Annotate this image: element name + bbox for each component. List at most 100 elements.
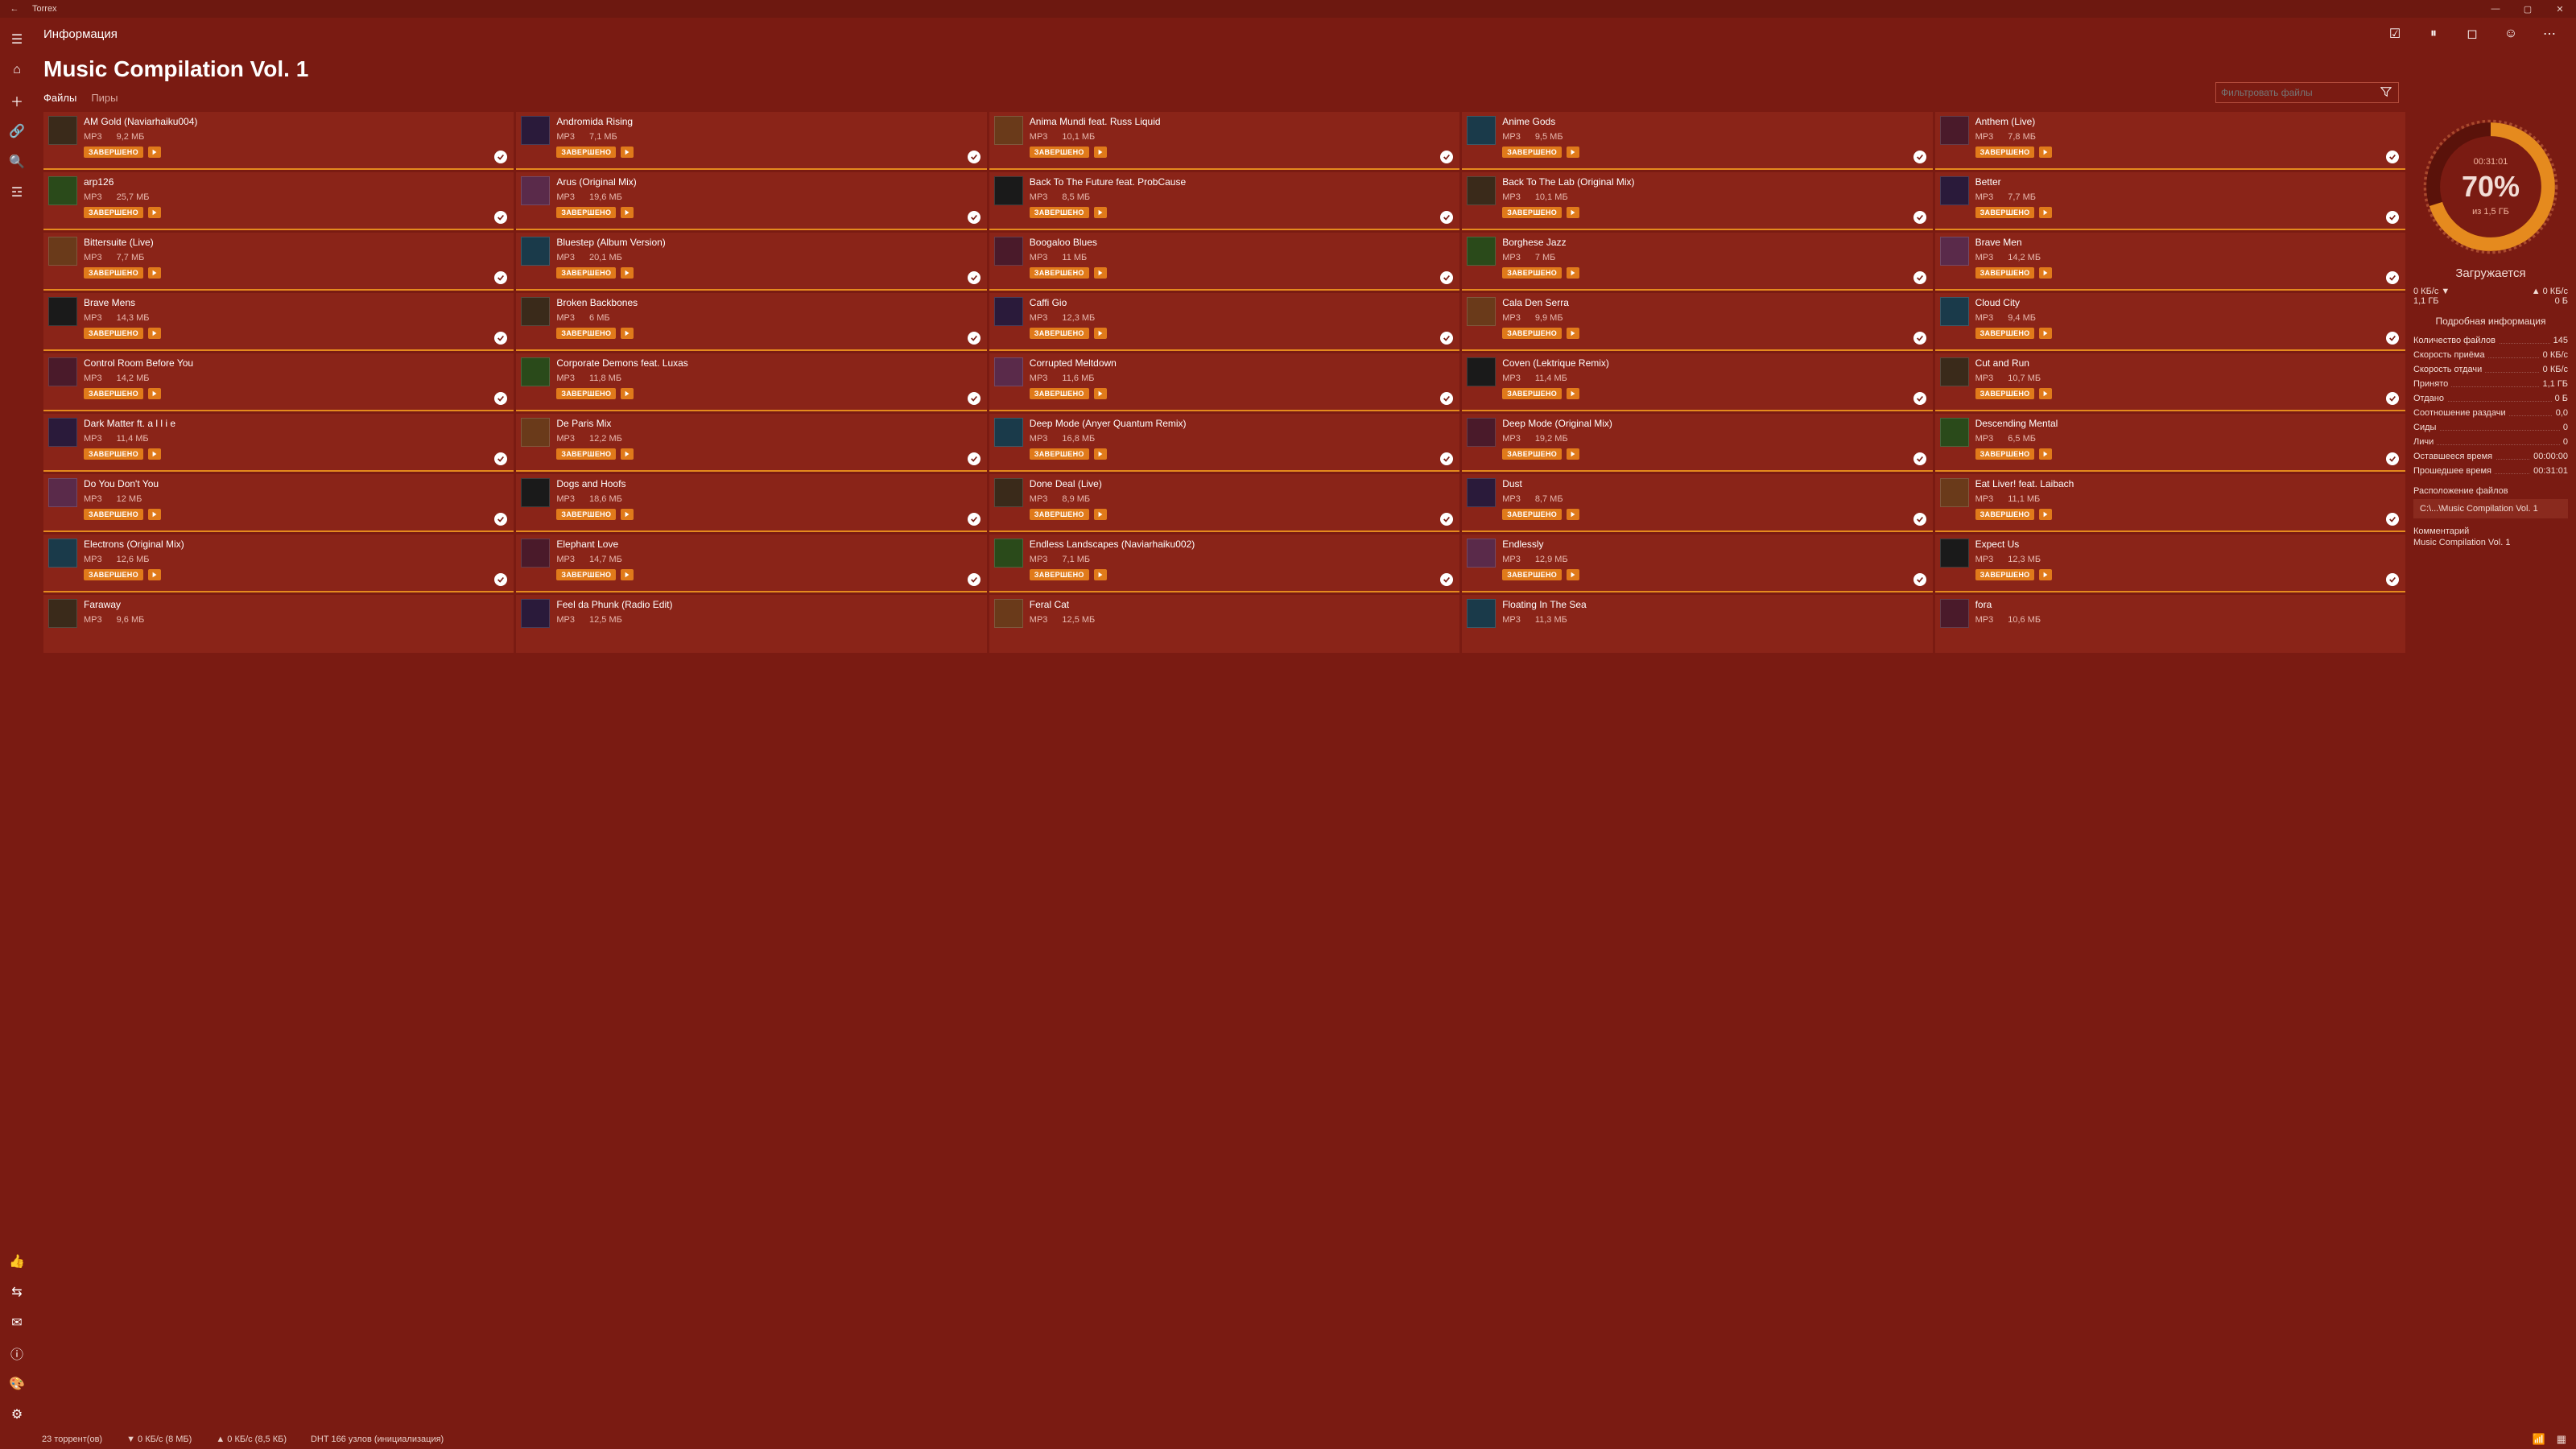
track-card[interactable]: Coven (Lektrique Remix) MP3 11,4 МБ ЗАВЕ… — [1462, 353, 1932, 411]
check-icon[interactable] — [968, 151, 980, 163]
play-button[interactable] — [2039, 267, 2052, 279]
mail-icon[interactable]: ✉ — [0, 1307, 34, 1338]
track-card[interactable]: Expect Us MP3 12,3 МБ ЗАВЕРШЕНО — [1935, 535, 2405, 592]
track-card[interactable]: Dust MP3 8,7 МБ ЗАВЕРШЕНО — [1462, 474, 1932, 532]
info-icon[interactable]: ⓘ — [0, 1338, 34, 1368]
track-card[interactable]: Elephant Love MP3 14,7 МБ ЗАВЕРШЕНО — [516, 535, 986, 592]
play-button[interactable] — [148, 328, 161, 339]
gear-icon[interactable]: ⚙ — [0, 1399, 34, 1430]
track-card[interactable]: Boogaloo Blues MP3 11 МБ ЗАВЕРШЕНО — [989, 233, 1459, 291]
checklist-icon[interactable]: ☑ — [2383, 22, 2407, 46]
check-icon[interactable] — [1913, 452, 1926, 465]
play-button[interactable] — [1094, 207, 1107, 218]
play-button[interactable] — [2039, 448, 2052, 460]
play-button[interactable] — [1094, 147, 1107, 158]
track-card[interactable]: Feel da Phunk (Radio Edit) MP3 12,5 МБ — [516, 595, 986, 653]
track-card[interactable]: Corrupted Meltdown MP3 11,6 МБ ЗАВЕРШЕНО — [989, 353, 1459, 411]
check-icon[interactable] — [2386, 573, 2399, 586]
track-card[interactable]: Bittersuite (Live) MP3 7,7 МБ ЗАВЕРШЕНО — [43, 233, 514, 291]
play-button[interactable] — [1567, 147, 1579, 158]
track-card[interactable]: Eat Liver! feat. Laibach MP3 11,1 МБ ЗАВ… — [1935, 474, 2405, 532]
maximize-button[interactable]: ▢ — [2512, 4, 2544, 14]
check-icon[interactable] — [1913, 151, 1926, 163]
play-button[interactable] — [621, 328, 634, 339]
play-button[interactable] — [148, 207, 161, 218]
add-icon[interactable]: ＋ — [0, 85, 34, 116]
track-card[interactable]: Corporate Demons feat. Luxas MP3 11,8 МБ… — [516, 353, 986, 411]
track-card[interactable]: Faraway MP3 9,6 МБ — [43, 595, 514, 653]
check-icon[interactable] — [1913, 392, 1926, 405]
play-button[interactable] — [148, 569, 161, 580]
track-card[interactable]: Andromida Rising MP3 7,1 МБ ЗАВЕРШЕНО — [516, 112, 986, 170]
check-icon[interactable] — [2386, 151, 2399, 163]
check-icon[interactable] — [2386, 392, 2399, 405]
track-card[interactable]: Dogs and Hoofs MP3 18,6 МБ ЗАВЕРШЕНО — [516, 474, 986, 532]
track-card[interactable]: Floating In The Sea MP3 11,3 МБ — [1462, 595, 1932, 653]
track-card[interactable]: Cloud City MP3 9,4 МБ ЗАВЕРШЕНО — [1935, 293, 2405, 351]
check-icon[interactable] — [968, 392, 980, 405]
check-icon[interactable] — [2386, 452, 2399, 465]
signal-icon[interactable]: 📶 — [2533, 1433, 2545, 1446]
play-button[interactable] — [1094, 448, 1107, 460]
track-card[interactable]: Arus (Original Mix) MP3 19,6 МБ ЗАВЕРШЕН… — [516, 172, 986, 230]
tab-files[interactable]: Файлы — [43, 92, 76, 104]
list-icon[interactable]: ☲ — [0, 177, 34, 208]
close-button[interactable]: ✕ — [2544, 4, 2576, 14]
check-icon[interactable] — [2386, 211, 2399, 224]
track-card[interactable]: Back To The Future feat. ProbCause MP3 8… — [989, 172, 1459, 230]
location-value[interactable]: C:\...\Music Compilation Vol. 1 — [2413, 499, 2568, 518]
thumbs-up-icon[interactable]: 👍 — [0, 1246, 34, 1277]
track-card[interactable]: Anime Gods MP3 9,5 МБ ЗАВЕРШЕНО — [1462, 112, 1932, 170]
link-icon[interactable]: 🔗 — [0, 116, 34, 147]
play-button[interactable] — [2039, 509, 2052, 520]
check-icon[interactable] — [2386, 513, 2399, 526]
check-icon[interactable] — [968, 332, 980, 345]
pause-icon[interactable]: ⏸ — [2421, 22, 2446, 46]
play-button[interactable] — [148, 267, 161, 279]
track-card[interactable]: Caffi Gio MP3 12,3 МБ ЗАВЕРШЕНО — [989, 293, 1459, 351]
track-card[interactable]: Borghese Jazz MP3 7 МБ ЗАВЕРШЕНО — [1462, 233, 1932, 291]
transfer-icon[interactable]: ⇆ — [0, 1277, 34, 1307]
check-icon[interactable] — [1913, 332, 1926, 345]
home-icon[interactable]: ⌂ — [0, 55, 34, 85]
track-card[interactable]: Anthem (Live) MP3 7,8 МБ ЗАВЕРШЕНО — [1935, 112, 2405, 170]
track-card[interactable]: Anima Mundi feat. Russ Liquid MP3 10,1 М… — [989, 112, 1459, 170]
track-card[interactable]: Cala Den Serra MP3 9,9 МБ ЗАВЕРШЕНО — [1462, 293, 1932, 351]
play-button[interactable] — [621, 267, 634, 279]
play-button[interactable] — [148, 388, 161, 399]
play-button[interactable] — [2039, 207, 2052, 218]
play-button[interactable] — [148, 147, 161, 158]
tab-peers[interactable]: Пиры — [91, 92, 118, 104]
check-icon[interactable] — [968, 452, 980, 465]
play-button[interactable] — [1567, 388, 1579, 399]
check-icon[interactable] — [2386, 271, 2399, 284]
check-icon[interactable] — [1913, 271, 1926, 284]
hamburger-icon[interactable]: ☰ — [0, 24, 34, 55]
play-button[interactable] — [1094, 569, 1107, 580]
play-button[interactable] — [1094, 388, 1107, 399]
play-button[interactable] — [1567, 569, 1579, 580]
play-button[interactable] — [621, 147, 634, 158]
track-card[interactable]: Better MP3 7,7 МБ ЗАВЕРШЕНО — [1935, 172, 2405, 230]
grid-view-icon[interactable]: ▦ — [2557, 1433, 2566, 1446]
track-card[interactable]: Deep Mode (Anyer Quantum Remix) MP3 16,8… — [989, 414, 1459, 472]
back-button[interactable]: ← — [0, 4, 29, 14]
filter-input[interactable] — [2221, 87, 2379, 98]
track-card[interactable]: AM Gold (Naviarhaiku004) MP3 9,2 МБ ЗАВЕ… — [43, 112, 514, 170]
track-card[interactable]: Brave Mens MP3 14,3 МБ ЗАВЕРШЕНО — [43, 293, 514, 351]
track-card[interactable]: Control Room Before You MP3 14,2 МБ ЗАВЕ… — [43, 353, 514, 411]
palette-icon[interactable]: 🎨 — [0, 1368, 34, 1399]
play-button[interactable] — [2039, 147, 2052, 158]
track-card[interactable]: arp126 MP3 25,7 МБ ЗАВЕРШЕНО — [43, 172, 514, 230]
play-button[interactable] — [2039, 388, 2052, 399]
play-button[interactable] — [1567, 328, 1579, 339]
play-button[interactable] — [1567, 267, 1579, 279]
check-icon[interactable] — [968, 211, 980, 224]
play-button[interactable] — [621, 388, 634, 399]
play-button[interactable] — [1094, 267, 1107, 279]
track-card[interactable]: Endlessly MP3 12,9 МБ ЗАВЕРШЕНО — [1462, 535, 1932, 592]
filter-icon[interactable] — [2379, 86, 2393, 100]
track-card[interactable]: Bluestep (Album Version) MP3 20,1 МБ ЗАВ… — [516, 233, 986, 291]
check-icon[interactable] — [1913, 573, 1926, 586]
play-button[interactable] — [148, 509, 161, 520]
